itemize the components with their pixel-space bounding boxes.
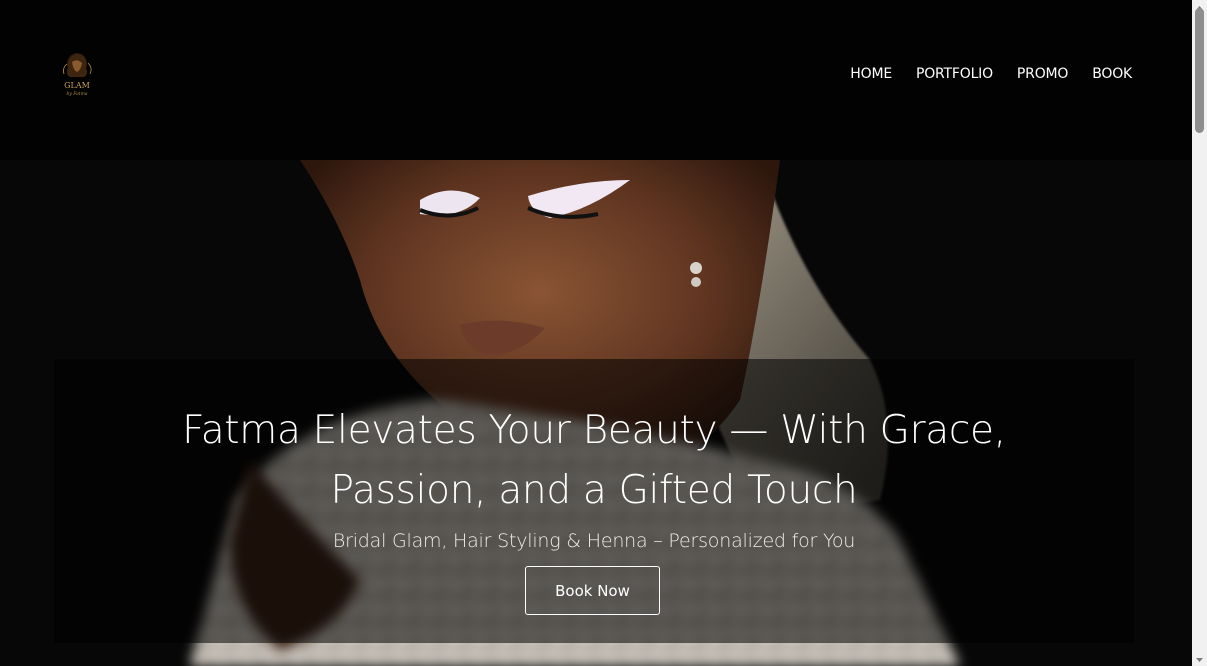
hero-headline: Fatma Elevates Your Beauty — With Grace,… (54, 401, 1134, 521)
brand-logo[interactable]: GLAM by Fatma (58, 50, 98, 100)
headline-line-1: Fatma Elevates Your Beauty — With Grace, (182, 408, 1006, 453)
scrollbar-thumb[interactable] (1195, 8, 1204, 133)
scroll-down-arrow-icon[interactable] (1192, 652, 1207, 666)
nav-promo[interactable]: PROMO (1017, 66, 1068, 82)
nav-portfolio[interactable]: PORTFOLIO (916, 66, 993, 82)
book-now-button[interactable]: Book Now (525, 566, 660, 615)
logo-icon: GLAM by Fatma (63, 53, 92, 97)
hero-section: Fatma Elevates Your Beauty — With Grace,… (0, 160, 1192, 666)
page: GLAM by Fatma HOME PORTFOLIO PROMO BOOK (0, 0, 1192, 666)
nav-home[interactable]: HOME (850, 66, 892, 82)
site-header: GLAM by Fatma HOME PORTFOLIO PROMO BOOK (0, 0, 1192, 160)
nav-book[interactable]: BOOK (1092, 66, 1132, 82)
hero-subheadline: Bridal Glam, Hair Styling & Henna – Pers… (332, 530, 856, 552)
svg-text:GLAM: GLAM (64, 81, 90, 90)
main-nav: HOME PORTFOLIO PROMO BOOK (850, 66, 1132, 82)
svg-text:by Fatma: by Fatma (66, 91, 87, 97)
vertical-scrollbar[interactable] (1192, 0, 1207, 666)
headline-line-2: Passion, and a Gifted Touch (330, 468, 858, 513)
